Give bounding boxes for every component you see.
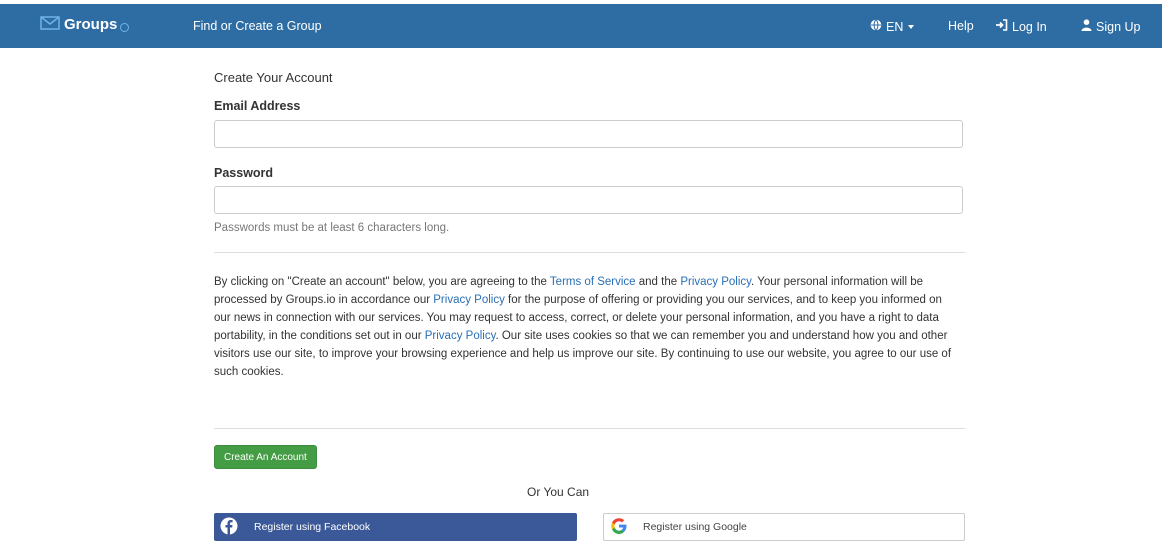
- privacy-policy-link[interactable]: Privacy Policy: [680, 276, 751, 288]
- privacy-policy-link[interactable]: Privacy Policy: [425, 330, 496, 342]
- legal-text-2: and the: [635, 276, 681, 288]
- facebook-icon: [214, 517, 254, 538]
- page-title: Create Your Account: [214, 70, 333, 85]
- find-or-create-group-link[interactable]: Find or Create a Group: [193, 19, 322, 33]
- create-account-button[interactable]: Create An Account: [214, 445, 317, 469]
- brand-logo[interactable]: Groups: [40, 15, 130, 34]
- envelope-icon: [40, 15, 60, 34]
- user-icon: [1081, 19, 1096, 34]
- register-google-button[interactable]: Register using Google: [603, 513, 965, 541]
- google-icon: [611, 517, 627, 537]
- caret-down-icon: [908, 24, 915, 29]
- register-facebook-button[interactable]: Register using Facebook: [214, 513, 577, 541]
- help-label: Help: [948, 19, 974, 33]
- top-navbar: Groups Find or Create a Group EN Help Lo…: [0, 4, 1162, 48]
- password-field[interactable]: [214, 186, 963, 214]
- globe-icon: [870, 19, 886, 34]
- brand-dot-icon: [120, 23, 130, 32]
- divider: [214, 428, 965, 429]
- legal-notice: By clicking on "Create an account" below…: [214, 273, 954, 381]
- legal-text-1: By clicking on "Create an account" below…: [214, 276, 550, 288]
- login-link[interactable]: Log In: [995, 19, 1047, 34]
- signup-link[interactable]: Sign Up: [1081, 19, 1140, 34]
- google-button-label: Register using Google: [643, 521, 747, 533]
- brand-name: Groups: [64, 16, 118, 33]
- login-label: Log In: [1012, 19, 1047, 34]
- privacy-policy-link[interactable]: Privacy Policy: [433, 294, 505, 306]
- or-you-can-text: Or You Can: [527, 485, 590, 499]
- password-label: Password: [214, 166, 274, 180]
- email-label: Email Address: [214, 99, 301, 113]
- signup-label: Sign Up: [1096, 19, 1141, 34]
- help-link[interactable]: Help: [948, 19, 974, 33]
- divider: [214, 252, 965, 253]
- login-icon: [995, 19, 1012, 34]
- terms-of-service-link[interactable]: Terms of Service: [550, 276, 636, 288]
- email-field[interactable]: [214, 120, 963, 148]
- password-help-text: Passwords must be at least 6 characters …: [214, 222, 450, 234]
- language-label: EN: [886, 19, 904, 34]
- facebook-button-label: Register using Facebook: [254, 521, 371, 533]
- language-dropdown[interactable]: EN: [870, 19, 915, 34]
